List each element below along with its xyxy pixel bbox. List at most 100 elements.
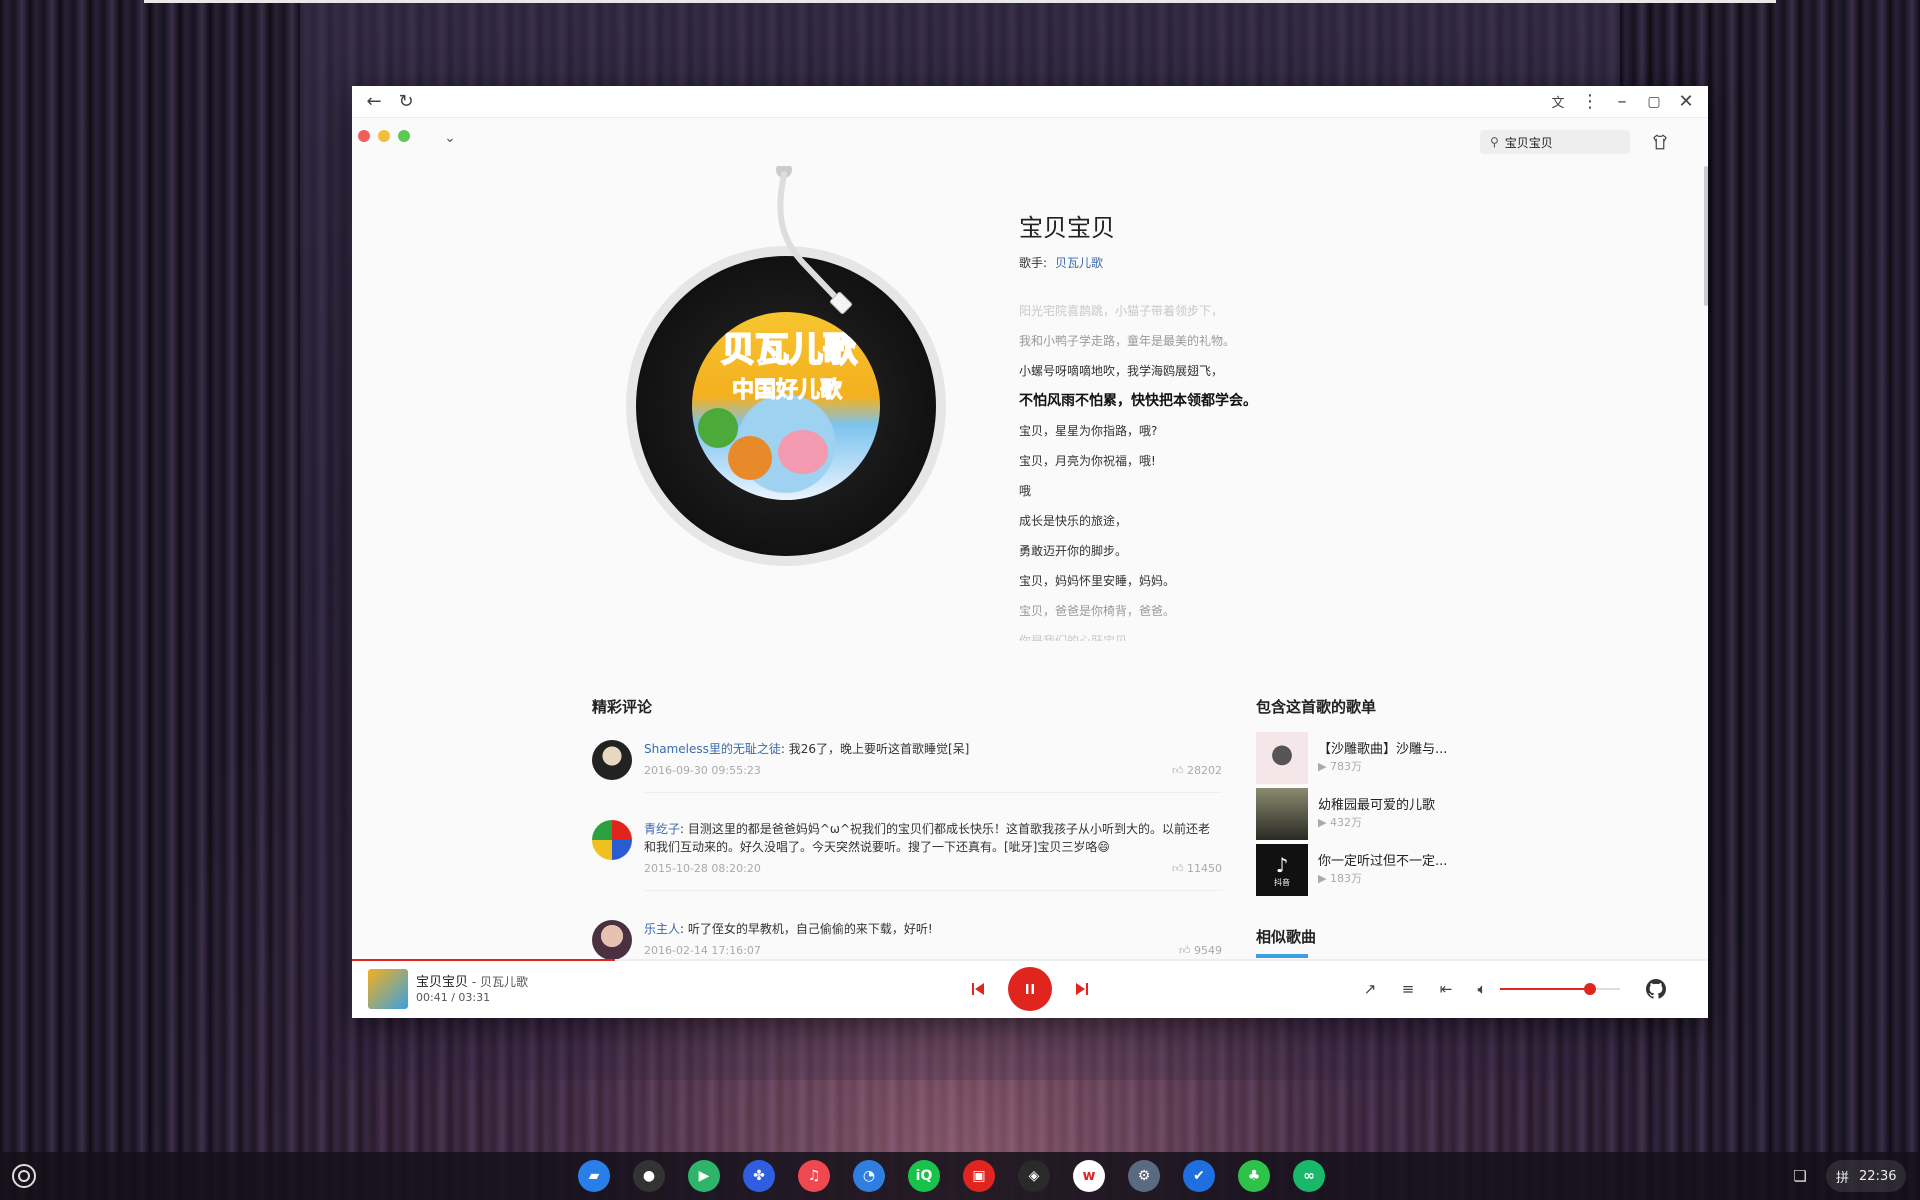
minimize-button[interactable]: –	[1606, 86, 1638, 118]
launcher-icon[interactable]	[12, 1164, 36, 1188]
like-button[interactable]: 👍︎ 11450	[1172, 862, 1222, 875]
lyric-line[interactable]: 成长是快乐的旅途，	[1019, 506, 1439, 536]
like-count: 9549	[1194, 944, 1222, 957]
search-input[interactable]	[1504, 135, 1605, 149]
github-icon[interactable]	[1644, 977, 1668, 1001]
like-button[interactable]: 👍︎ 9549	[1179, 944, 1222, 957]
lyric-line[interactable]: 宝贝，妈妈怀里安睡，妈妈。	[1019, 566, 1439, 596]
comment-time: 2015-10-28 08:20:20	[644, 862, 761, 875]
like-button[interactable]: 👍︎ 28202	[1172, 764, 1222, 777]
settings-gear-icon[interactable]: ⚙	[1128, 1160, 1160, 1192]
playlist-name: 你一定听过但不一定...	[1318, 854, 1448, 869]
pause-button[interactable]	[1008, 967, 1052, 1011]
playlist-playcount: ▶ 432万	[1318, 816, 1362, 829]
music-disc-icon[interactable]: ●	[633, 1160, 665, 1192]
files-icon[interactable]: ▰	[578, 1160, 610, 1192]
cover-title-text: 贝瓦儿歌	[720, 329, 858, 371]
reload-icon[interactable]: ↻	[390, 86, 422, 118]
search-icon: ⚲	[1490, 135, 1499, 149]
translate-icon[interactable]: 文	[1542, 86, 1574, 118]
comment-user[interactable]: 乐主人	[644, 922, 680, 936]
now-playing-separator: -	[468, 975, 480, 989]
shopping-bag-icon[interactable]: ▣	[963, 1160, 995, 1192]
comment-user[interactable]: Shameless里的无耻之徒	[644, 742, 781, 756]
baidu-paw-icon[interactable]: ✤	[743, 1160, 775, 1192]
weibo-icon[interactable]: w	[1073, 1160, 1105, 1192]
lyric-line[interactable]: 你是我们的心肝宝贝。	[1019, 626, 1439, 641]
lyric-line[interactable]: 我和小鸭子学走路，童年是最美的礼物。	[1019, 326, 1439, 356]
avatar[interactable]	[592, 920, 632, 960]
comment-user[interactable]: 青纥子	[644, 822, 680, 836]
playlist-item[interactable]: 幼稚园最可爱的儿歌 ▶ 432万	[1256, 788, 1476, 840]
playlist-playcount: ▶ 783万	[1318, 760, 1362, 773]
theme-shirt-icon[interactable]	[1648, 130, 1672, 154]
next-button[interactable]	[1070, 977, 1094, 1001]
chevron-down-icon[interactable]: ⌄	[438, 126, 462, 150]
clock: 22:36	[1859, 1168, 1897, 1184]
thumb-up-icon: 👍︎	[1172, 862, 1184, 875]
comment-content: 我26了，晚上要听这首歌睡觉[呆]	[788, 742, 970, 756]
comments-title: 精彩评论	[592, 698, 653, 716]
playlist-item[interactable]: 【沙雕歌曲】沙雕与... ▶ 783万	[1256, 732, 1476, 784]
vinyl-player: 贝瓦儿歌 中国好儿歌	[626, 166, 946, 566]
close-button[interactable]: ✕	[1670, 86, 1702, 118]
playlist-playcount: ▶ 183万	[1318, 872, 1362, 885]
album-cover: 贝瓦儿歌 中国好儿歌	[692, 312, 880, 500]
lyric-line-current[interactable]: 不怕风雨不怕累，快快把本领都学会。	[1019, 386, 1439, 416]
taskbar: ▰ ● ▶ ✤ ♫ ◔ iQ ▣ ◈ w ⚙ ✔ ♣ ∞ ❏ 拼 22:36	[0, 1152, 1920, 1200]
lyric-line[interactable]: 宝贝，月亮为你祝福，哦!	[1019, 446, 1439, 476]
lyric-line[interactable]: 宝贝，爸爸是你椅背，爸爸。	[1019, 596, 1439, 626]
lyric-line[interactable]: 阳光宅院喜鹊跳，小猫子带着领步下，	[1019, 296, 1439, 326]
playlist-name: 幼稚园最可爱的儿歌	[1318, 798, 1436, 813]
scrollbar-thumb[interactable]	[1704, 166, 1708, 306]
tasks-check-icon[interactable]: ✔	[1183, 1160, 1215, 1192]
cover-bear	[728, 436, 772, 480]
similar-song-thumb[interactable]	[1256, 954, 1308, 958]
playlist-item[interactable]: ♪ 抖音 你一定听过但不一定... ▶ 183万	[1256, 844, 1476, 896]
playlist-cover: ♪ 抖音	[1256, 844, 1308, 896]
comment-time: 2016-09-30 09:55:23	[644, 764, 761, 777]
skip-previous-icon	[972, 983, 984, 995]
clipboard-icon[interactable]: ❏	[1788, 1164, 1812, 1188]
apple-music-icon[interactable]: ♫	[798, 1160, 830, 1192]
play-store-icon[interactable]: ▶	[688, 1160, 720, 1192]
volume-slider[interactable]	[1500, 983, 1620, 995]
previous-button[interactable]	[966, 977, 990, 1001]
open-external-icon[interactable]: ↗	[1358, 977, 1382, 1001]
avatar[interactable]	[592, 820, 632, 860]
playlists-title: 包含这首歌的歌单	[1256, 698, 1377, 716]
lyric-line[interactable]: 勇敢迈开你的脚步。	[1019, 536, 1439, 566]
music-app-window: ← ↻ 文 ⋮ – ▢ ✕ ⌄ ⚲ 贝瓦儿歌 中	[352, 86, 1708, 1018]
back-arrow-icon[interactable]: ←	[358, 86, 390, 118]
playlist-cover-label: 抖音	[1274, 877, 1290, 887]
clock-icon[interactable]: ◔	[853, 1160, 885, 1192]
lyric-line[interactable]: 宝贝，星星为你指路，哦?	[1019, 416, 1439, 446]
iqiyi-icon[interactable]: iQ	[908, 1160, 940, 1192]
lyric-line[interactable]: 小螺号呀嘀嘀地吹，我学海鸥展翅飞，	[1019, 356, 1439, 386]
mini-album-cover[interactable]	[368, 969, 408, 1009]
more-vert-icon[interactable]: ⋮	[1574, 86, 1606, 118]
close-dot[interactable]	[358, 130, 370, 142]
now-playing-title: 宝贝宝贝	[416, 975, 469, 990]
status-tray[interactable]: 拼 22:36	[1826, 1160, 1907, 1192]
volume-icon[interactable]: 🔈︎	[1470, 977, 1494, 1001]
singer-link[interactable]: 贝瓦儿歌	[1055, 256, 1103, 270]
singer-label: 歌手:	[1019, 256, 1048, 270]
search-box[interactable]: ⚲	[1480, 130, 1630, 154]
app-header: ⌄ ⚲	[352, 118, 1708, 166]
avatar[interactable]	[592, 740, 632, 780]
playlist-queue-icon[interactable]: ≡	[1396, 977, 1420, 1001]
playcount-value: 783万	[1329, 760, 1362, 773]
volume-knob[interactable]	[1584, 983, 1596, 995]
lyric-line[interactable]: 哦	[1019, 476, 1439, 506]
fullscreen-dot[interactable]	[398, 130, 410, 142]
lyrics-indent-icon[interactable]: ⇤	[1434, 977, 1458, 1001]
game-icon[interactable]: ♣	[1238, 1160, 1270, 1192]
minimize-dot[interactable]	[378, 130, 390, 142]
lyrics-panel[interactable]: 阳光宅院喜鹊跳，小猫子带着领步下， 我和小鸭子学走路，童年是最美的礼物。 小螺号呀嘀…	[1019, 296, 1439, 641]
wave-app-icon[interactable]: ∞	[1293, 1160, 1325, 1192]
comment-content: 听了侄女的早教机，自己偷偷的来下载，好听!	[687, 922, 933, 936]
photo-editor-icon[interactable]: ◈	[1018, 1160, 1050, 1192]
comment-text: 乐主人: 听了侄女的早教机，自己偷偷的来下载，好听!	[644, 922, 933, 936]
maximize-button[interactable]: ▢	[1638, 86, 1670, 118]
